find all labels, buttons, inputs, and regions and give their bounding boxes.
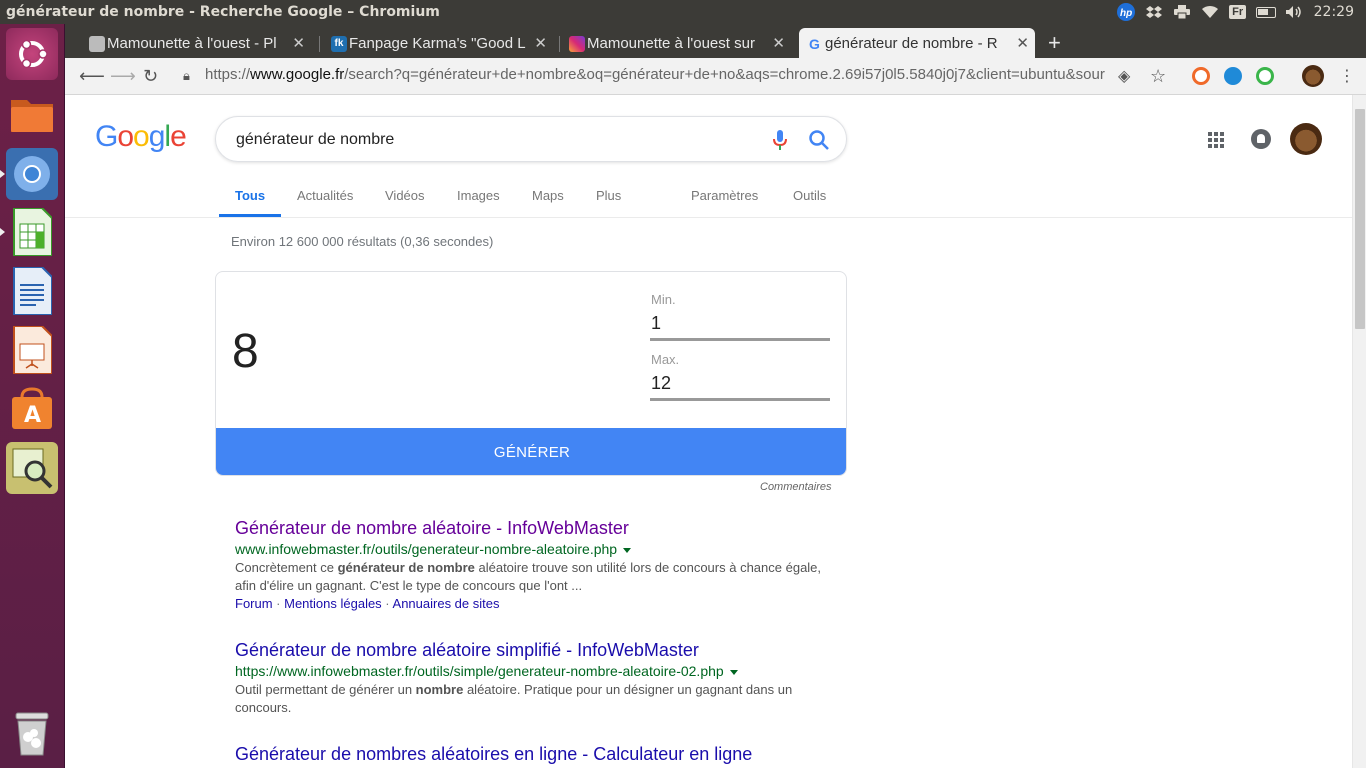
url-dropdown-icon[interactable] <box>623 547 632 553</box>
feedback-link[interactable]: Commentaires <box>760 481 832 493</box>
profile-avatar-icon[interactable] <box>1302 65 1324 87</box>
result-title-link[interactable]: Générateur de nombre aléatoire - InfoWeb… <box>235 518 835 539</box>
printer-tab-icon <box>89 36 105 52</box>
extension-blue-icon[interactable] <box>1224 67 1242 85</box>
url-dropdown-icon[interactable] <box>729 669 738 675</box>
tab-more[interactable]: Plus <box>596 188 621 203</box>
max-field[interactable]: 12 <box>651 373 671 394</box>
search-input[interactable]: générateur de nombre <box>236 131 394 149</box>
svg-text:A: A <box>24 403 41 428</box>
ubuntu-top-panel: générateur de nombre - Recherche Google … <box>0 0 1366 24</box>
tab-videos[interactable]: Vidéos <box>385 188 425 203</box>
tab-tools[interactable]: Outils <box>793 188 826 203</box>
printer-icon[interactable] <box>1168 0 1196 24</box>
close-icon[interactable]: ✕ <box>534 34 547 52</box>
ubuntu-launcher: A <box>0 24 65 768</box>
svg-text:hp: hp <box>1120 8 1132 19</box>
tab-pinterest[interactable]: Mamounette à l'ouest - Pl ✕ <box>81 28 311 58</box>
lock-icon[interactable]: 🔒︎ <box>183 68 190 84</box>
result-url: www.infowebmaster.fr/outils/generateur-n… <box>235 541 835 557</box>
tab-settings[interactable]: Paramètres <box>691 188 758 203</box>
generate-button[interactable]: GÉNÉRER <box>216 428 846 475</box>
system-tray: hp Fr 22:29 <box>1112 0 1366 24</box>
max-field-underline <box>650 398 830 401</box>
location-icon[interactable]: ◈ <box>1118 66 1130 86</box>
address-bar[interactable]: https://www.google.fr/search?q=générateu… <box>205 66 1105 83</box>
search-result: Générateur de nombres aléatoires en lign… <box>235 744 835 765</box>
browser-toolbar: ⟵ ⟶ ↻ 🔒︎ https://www.google.fr/search?q=… <box>65 58 1366 95</box>
trash-icon[interactable] <box>6 708 58 760</box>
max-label: Max. <box>651 352 680 367</box>
search-box[interactable]: générateur de nombre <box>215 116 847 162</box>
clock[interactable]: 22:29 <box>1308 4 1366 20</box>
notifications-bell-icon[interactable] <box>1251 129 1271 149</box>
active-tab-underline <box>219 214 281 217</box>
avatar[interactable] <box>1290 123 1322 155</box>
keyboard-layout-icon[interactable]: Fr <box>1224 0 1252 24</box>
search-nav-tabs: Tous Actualités Vidéos Images Maps Plus … <box>65 183 1352 218</box>
random-number-generator: 8 Min. 1 Max. 12 GÉNÉRER <box>215 271 847 476</box>
libreoffice-writer-icon[interactable] <box>6 265 58 317</box>
ubuntu-dash-icon[interactable] <box>6 28 58 80</box>
tab-fanpage-karma[interactable]: fk Fanpage Karma's "Good L ✕ <box>323 28 553 58</box>
tab-images[interactable]: Images <box>457 188 500 203</box>
bookmark-star-icon[interactable]: ☆ <box>1150 66 1166 87</box>
google-logo[interactable]: Google <box>95 120 187 154</box>
scrollbar-thumb[interactable] <box>1355 109 1365 329</box>
new-tab-button[interactable]: + <box>1048 30 1061 56</box>
tab-instagram[interactable]: Mamounette à l'ouest sur ✕ <box>561 28 791 58</box>
back-icon[interactable]: ⟵ <box>79 66 105 87</box>
instagram-tab-icon <box>569 36 585 52</box>
close-icon[interactable]: ✕ <box>292 34 305 52</box>
microphone-icon[interactable] <box>770 129 790 151</box>
dropbox-icon[interactable] <box>1140 0 1168 24</box>
extension-orange-icon[interactable] <box>1192 67 1210 85</box>
tab-all[interactable]: Tous <box>235 188 265 203</box>
search-result: Générateur de nombre aléatoire - InfoWeb… <box>235 518 835 611</box>
search-icon[interactable] <box>808 129 830 151</box>
sitelink-directories[interactable]: Annuaires de sites <box>393 596 500 611</box>
result-stats: Environ 12 600 000 résultats (0,36 secon… <box>231 234 494 249</box>
sitelink-forum[interactable]: Forum <box>235 596 273 611</box>
system-monitor-icon[interactable] <box>6 442 58 494</box>
sitelink-legal[interactable]: Mentions légales <box>284 596 382 611</box>
close-icon[interactable]: ✕ <box>1016 34 1029 52</box>
tab-google-search[interactable]: G générateur de nombre - R ✕ <box>799 28 1035 58</box>
min-field[interactable]: 1 <box>651 313 661 334</box>
google-apps-icon[interactable] <box>1208 132 1224 148</box>
result-snippet: Outil permettant de générer un nombre al… <box>235 682 793 715</box>
software-center-icon[interactable]: A <box>6 383 58 435</box>
tab-strip: Mamounette à l'ouest - Pl ✕ fk Fanpage K… <box>65 24 1366 58</box>
min-label: Min. <box>651 292 676 307</box>
svg-text:G: G <box>809 36 820 52</box>
close-icon[interactable]: ✕ <box>772 34 785 52</box>
generated-number: 8 <box>232 325 259 378</box>
forward-icon[interactable]: ⟶ <box>110 66 136 87</box>
search-result: Générateur de nombre aléatoire simplifié… <box>235 640 835 717</box>
result-title-link[interactable]: Générateur de nombres aléatoires en lign… <box>235 744 835 765</box>
files-icon[interactable] <box>6 88 58 140</box>
reload-icon[interactable]: ↻ <box>143 66 158 87</box>
volume-icon[interactable] <box>1280 0 1308 24</box>
google-results-page: Google générateur de nombre Tous Actuali… <box>65 95 1352 768</box>
libreoffice-impress-icon[interactable] <box>6 324 58 376</box>
hp-icon[interactable]: hp <box>1112 0 1140 24</box>
menu-kebab-icon[interactable]: ⋮ <box>1339 66 1355 86</box>
page-scrollbar[interactable] <box>1352 95 1366 768</box>
result-sitelinks: Forum · Mentions légales · Annuaires de … <box>235 596 500 611</box>
result-url: https://www.infowebmaster.fr/outils/simp… <box>235 663 835 679</box>
battery-icon[interactable] <box>1252 0 1280 24</box>
tab-news[interactable]: Actualités <box>297 188 353 203</box>
result-snippet: Concrètement ce générateur de nombre alé… <box>235 560 822 593</box>
tab-maps[interactable]: Maps <box>532 188 564 203</box>
min-field-underline <box>650 338 830 341</box>
libreoffice-calc-icon[interactable] <box>0 206 58 258</box>
wifi-icon[interactable] <box>1196 0 1224 24</box>
chromium-icon[interactable] <box>0 148 58 200</box>
extension-green-icon[interactable] <box>1256 67 1274 85</box>
window-title: générateur de nombre - Recherche Google … <box>6 4 440 20</box>
google-tab-icon: G <box>807 36 823 52</box>
fk-tab-icon: fk <box>331 36 347 52</box>
result-title-link[interactable]: Générateur de nombre aléatoire simplifié… <box>235 640 835 661</box>
